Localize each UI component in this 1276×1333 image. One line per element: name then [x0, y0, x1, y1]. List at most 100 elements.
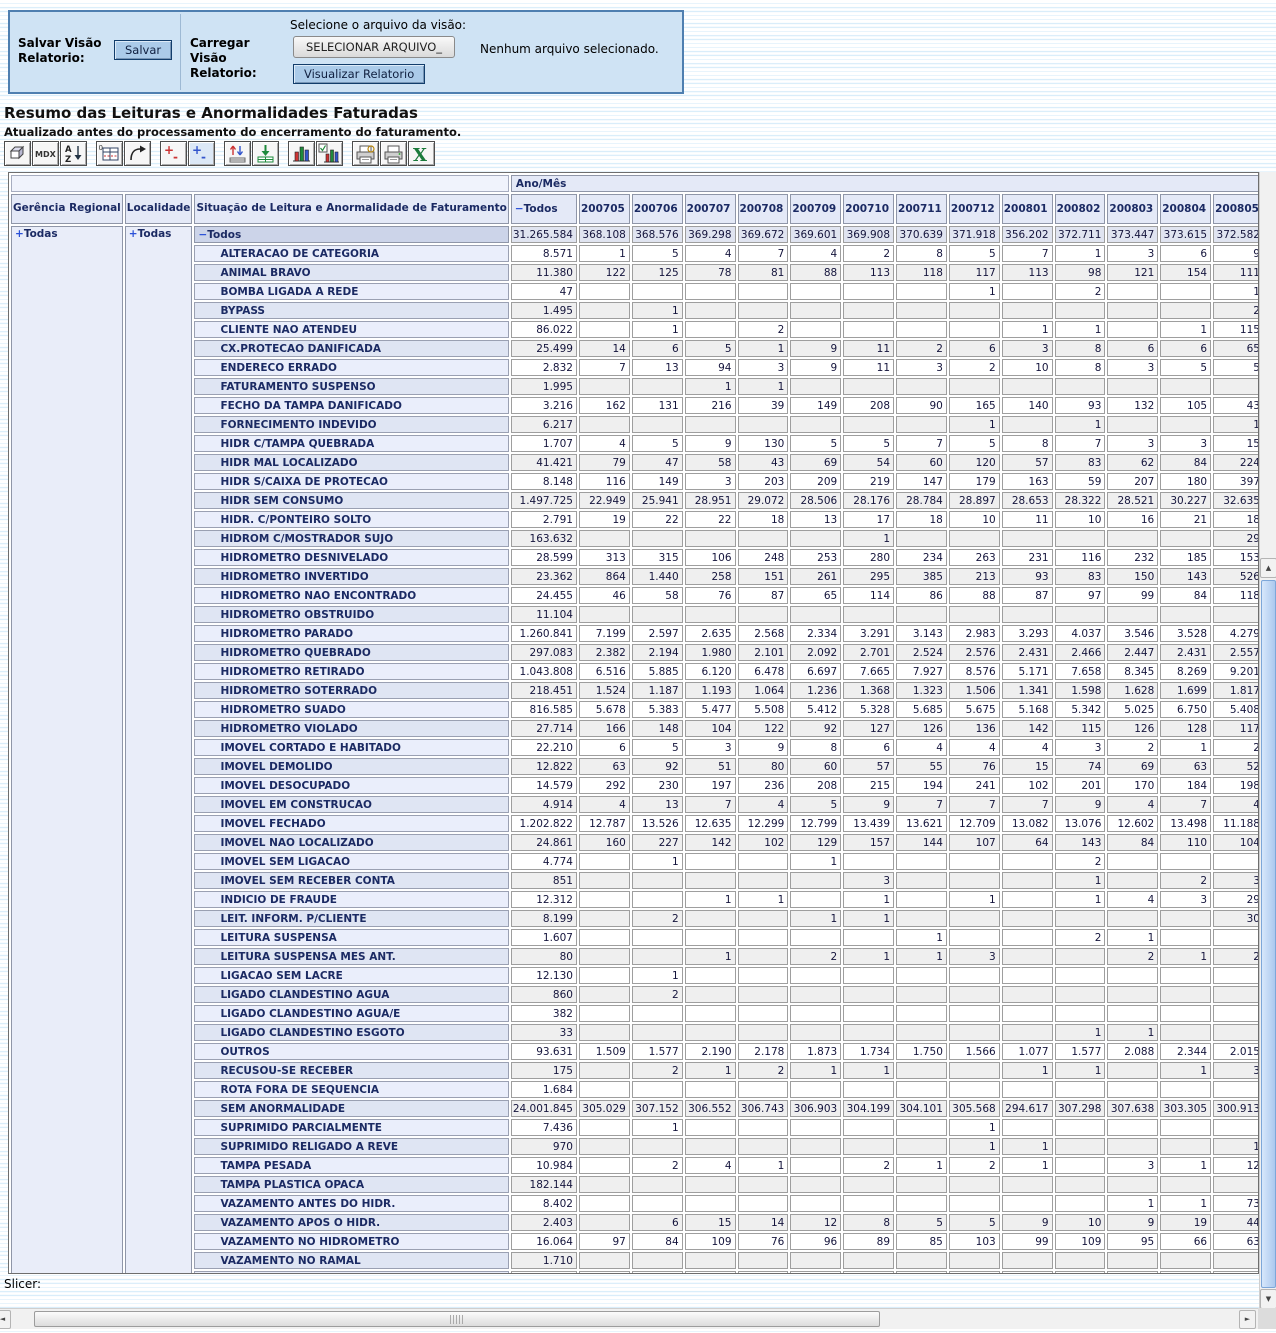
- column-header-200805[interactable]: 200805: [1213, 194, 1259, 224]
- scroll-up-button[interactable]: ▲: [1260, 558, 1276, 578]
- row-label[interactable]: SEM ANORMALIDADE: [194, 1100, 508, 1117]
- row-label[interactable]: IMOVEL NAO LOCALIZADO: [194, 834, 508, 851]
- row-label[interactable]: IMOVEL DESOCUPADO: [194, 777, 508, 794]
- column-header-200802[interactable]: 200802: [1055, 194, 1106, 224]
- print-preview-button[interactable]: [352, 141, 379, 166]
- row-label[interactable]: LIGADO CLANDESTINO AGUA: [194, 986, 508, 1003]
- expand-collapse-blue-button[interactable]: +-: [188, 141, 215, 166]
- excel-export-button[interactable]: X: [408, 141, 435, 166]
- row-label[interactable]: IMOVEL CORTADO E HABITADO: [194, 739, 508, 756]
- row-label[interactable]: [194, 1271, 508, 1274]
- row-label[interactable]: LIGADO CLANDESTINO AGUA/E: [194, 1005, 508, 1022]
- field-header-0[interactable]: Gerência Regional: [11, 194, 123, 224]
- axis-label-cell[interactable]: Ano/Mês: [511, 175, 1259, 192]
- field-header-1[interactable]: Localidade: [125, 194, 193, 224]
- field-list-button[interactable]: 0: [96, 141, 123, 166]
- drill-table-button[interactable]: [252, 141, 279, 166]
- row-label[interactable]: HIDROMETRO DESNIVELADO: [194, 549, 508, 566]
- row-label[interactable]: RECUSOU-SE RECEBER: [194, 1062, 508, 1079]
- row-label[interactable]: VAZAMENTO NO HIDROMETRO: [194, 1233, 508, 1250]
- locality-cell[interactable]: +Todas: [125, 226, 193, 1274]
- row-label[interactable]: IMOVEL EM CONSTRUCAO: [194, 796, 508, 813]
- row-label[interactable]: LIGACAO SEM LACRE: [194, 967, 508, 984]
- row-label[interactable]: CX.PROTECAO DANIFICADA: [194, 340, 508, 357]
- column-header-todos[interactable]: −Todos: [511, 194, 577, 224]
- row-label[interactable]: CLIENTE NAO ATENDEU: [194, 321, 508, 338]
- row-label[interactable]: HIDROMETRO NAO ENCONTRADO: [194, 587, 508, 604]
- row-label[interactable]: IMOVEL FECHADO: [194, 815, 508, 832]
- column-header-200707[interactable]: 200707: [685, 194, 736, 224]
- row-label[interactable]: HIDR MAL LOCALIZADO: [194, 454, 508, 471]
- row-label[interactable]: HIDROM C/MOSTRADOR SUJO: [194, 530, 508, 547]
- column-header-200712[interactable]: 200712: [949, 194, 1000, 224]
- row-label[interactable]: HIDROMETRO OBSTRUIDO: [194, 606, 508, 623]
- row-label[interactable]: HIDR. C/PONTEIRO SOLTO: [194, 511, 508, 528]
- row-label[interactable]: INDICIO DE FRAUDE: [194, 891, 508, 908]
- move-updown-button[interactable]: [224, 141, 251, 166]
- chart-options-button[interactable]: [316, 141, 343, 166]
- row-label[interactable]: VAZAMENTO ANTES DO HIDR.: [194, 1195, 508, 1212]
- row-label[interactable]: LIGADO CLANDESTINO ESGOTO: [194, 1024, 508, 1041]
- row-label-total[interactable]: −Todos: [194, 226, 508, 243]
- row-label[interactable]: LEIT. INFORM. P/CLIENTE: [194, 910, 508, 927]
- column-header-200706[interactable]: 200706: [632, 194, 683, 224]
- row-label[interactable]: SUPRIMIDO RELIGADO A REVE: [194, 1138, 508, 1155]
- row-label[interactable]: HIDROMETRO SOTERRADO: [194, 682, 508, 699]
- column-header-200804[interactable]: 200804: [1160, 194, 1211, 224]
- collapse-indicator[interactable]: −: [515, 203, 524, 215]
- row-label[interactable]: HIDR C/TAMPA QUEBRADA: [194, 435, 508, 452]
- collapse-indicator[interactable]: −: [198, 229, 207, 241]
- vertical-scrollbar[interactable]: ▲ ▼: [1259, 172, 1276, 1310]
- field-header-2[interactable]: Situação de Leitura e Anormalidade de Fa…: [194, 194, 508, 224]
- vertical-scrollbar-thumb[interactable]: [1261, 580, 1276, 1288]
- row-label[interactable]: HIDROMETRO SUADO: [194, 701, 508, 718]
- column-header-200708[interactable]: 200708: [738, 194, 789, 224]
- save-button[interactable]: Salvar: [114, 40, 172, 60]
- horizontal-scrollbar-thumb[interactable]: [34, 1311, 880, 1327]
- pivot-arrow-button[interactable]: [124, 141, 151, 166]
- row-label[interactable]: FORNECIMENTO INDEVIDO: [194, 416, 508, 433]
- expand-indicator[interactable]: +: [129, 228, 138, 240]
- view-report-button[interactable]: Visualizar Relatorio: [293, 64, 425, 84]
- row-label[interactable]: HIDROMETRO RETIRADO: [194, 663, 508, 680]
- row-label[interactable]: IMOVEL SEM RECEBER CONTA: [194, 872, 508, 889]
- row-label[interactable]: HIDROMETRO PARADO: [194, 625, 508, 642]
- row-label[interactable]: LEITURA SUSPENSA: [194, 929, 508, 946]
- row-label[interactable]: ALTERACAO DE CATEGORIA: [194, 245, 508, 262]
- row-label[interactable]: HIDROMETRO INVERTIDO: [194, 568, 508, 585]
- region-cell[interactable]: +Todas: [11, 226, 123, 1274]
- row-label[interactable]: OUTROS: [194, 1043, 508, 1060]
- row-label[interactable]: HIDR SEM CONSUMO: [194, 492, 508, 509]
- cube-button[interactable]: [4, 141, 31, 166]
- row-label[interactable]: BYPASS: [194, 302, 508, 319]
- horizontal-scrollbar[interactable]: ◄ ►: [0, 1308, 1258, 1329]
- row-label[interactable]: ANIMAL BRAVO: [194, 264, 508, 281]
- row-label[interactable]: BOMBA LIGADA A REDE: [194, 283, 508, 300]
- scroll-right-button[interactable]: ►: [1239, 1310, 1256, 1329]
- row-label[interactable]: LEITURA SUSPENSA MES ANT.: [194, 948, 508, 965]
- row-label[interactable]: SUPRIMIDO PARCIALMENTE: [194, 1119, 508, 1136]
- row-label[interactable]: FATURAMENTO SUSPENSO: [194, 378, 508, 395]
- row-label[interactable]: VAZAMENTO APOS O HIDR.: [194, 1214, 508, 1231]
- row-label[interactable]: IMOVEL DEMOLIDO: [194, 758, 508, 775]
- row-label[interactable]: HIDR S/CAIXA DE PROTECAO: [194, 473, 508, 490]
- row-label[interactable]: HIDROMETRO QUEBRADO: [194, 644, 508, 661]
- row-label[interactable]: TAMPA PESADA: [194, 1157, 508, 1174]
- column-header-200803[interactable]: 200803: [1107, 194, 1158, 224]
- print-button[interactable]: [380, 141, 407, 166]
- row-label[interactable]: ENDERECO ERRADO: [194, 359, 508, 376]
- select-file-button[interactable]: SELECIONAR ARQUIVO_: [293, 36, 455, 58]
- column-header-200710[interactable]: 200710: [843, 194, 894, 224]
- expand-collapse-red-button[interactable]: +-: [160, 141, 187, 166]
- column-header-200705[interactable]: 200705: [579, 194, 630, 224]
- row-label[interactable]: HIDROMETRO VIOLADO: [194, 720, 508, 737]
- column-header-200711[interactable]: 200711: [896, 194, 947, 224]
- row-label[interactable]: FECHO DA TAMPA DANIFICADO: [194, 397, 508, 414]
- column-header-200801[interactable]: 200801: [1002, 194, 1053, 224]
- row-label[interactable]: ROTA FORA DE SEQUENCIA: [194, 1081, 508, 1098]
- sort-az-button[interactable]: AZ: [60, 141, 87, 166]
- expand-indicator[interactable]: +: [15, 228, 24, 240]
- scroll-down-button[interactable]: ▼: [1260, 1289, 1276, 1309]
- row-label[interactable]: TAMPA PLASTICA OPACA: [194, 1176, 508, 1193]
- mdx-button[interactable]: MDX: [32, 141, 59, 166]
